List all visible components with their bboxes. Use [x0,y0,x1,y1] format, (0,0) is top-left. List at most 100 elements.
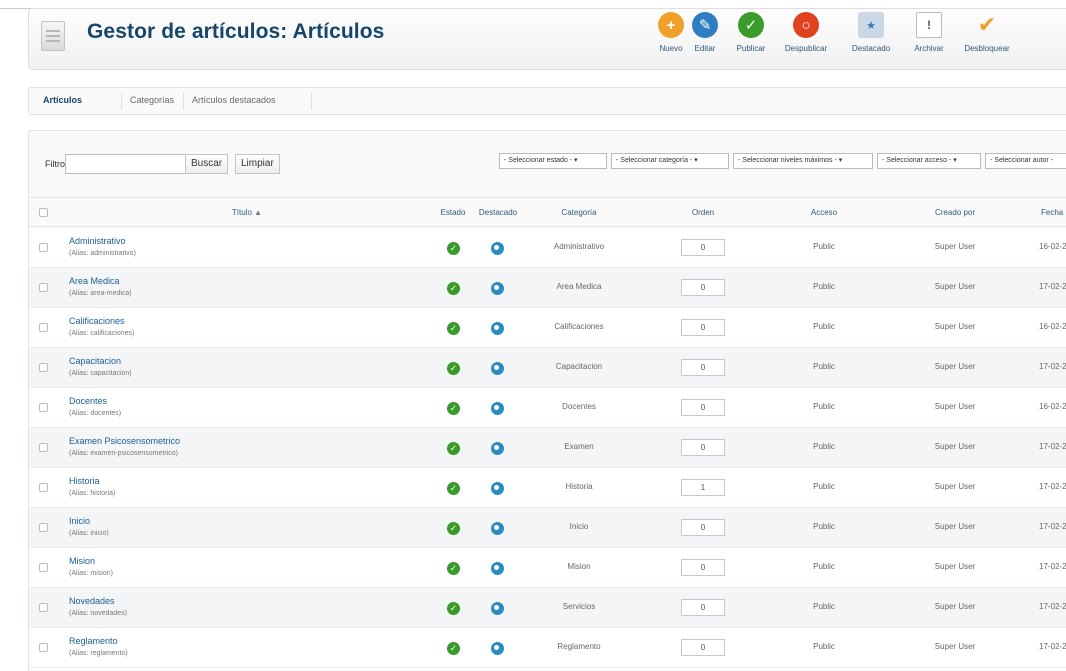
tab-categories[interactable]: Categorías [130,95,174,105]
order-input[interactable]: 0 [681,519,725,536]
article-title-link[interactable]: Historia [69,476,100,486]
order-input[interactable]: 0 [681,399,725,416]
row-checkbox[interactable] [39,523,48,532]
order-input[interactable]: 0 [681,599,725,616]
toolbar-label: Destacado [851,44,891,53]
row-checkbox[interactable] [39,483,48,492]
article-title-link[interactable]: Administrativo [69,236,126,246]
article-alias: (Alias: historia) [69,490,116,497]
published-icon[interactable]: ✓ [447,562,460,575]
article-title-link[interactable]: Novedades [69,596,115,606]
published-icon[interactable]: ✓ [447,522,460,535]
column-state[interactable]: Estado [441,208,466,217]
article-date: 16-02-2017 [1039,322,1066,331]
featured-toggle-icon[interactable] [491,602,504,615]
article-title-link[interactable]: Calificaciones [69,316,125,326]
column-category[interactable]: Categoría [561,208,596,217]
article-title-link[interactable]: Capacitacion [69,356,121,366]
column-featured[interactable]: Destacado [479,208,517,217]
published-icon[interactable]: ✓ [447,602,460,615]
featured-toggle-icon[interactable] [491,482,504,495]
select-all-checkbox[interactable] [39,208,48,217]
article-category: Servicios [562,602,596,611]
toolbar-edit-button[interactable]: ✎ Editar [687,12,723,68]
order-input[interactable]: 0 [681,439,725,456]
table-row: Mision (Alias: mision) ✓ Mision 0 Public Super… [29,548,1066,588]
order-input[interactable]: 0 [681,279,725,296]
published-icon[interactable]: ✓ [447,322,460,335]
article-title-link[interactable]: Area Medica [69,276,120,286]
clear-button[interactable]: Limpiar [235,154,280,174]
order-input[interactable]: 0 [681,559,725,576]
published-icon[interactable]: ✓ [447,482,460,495]
article-access: Public [813,522,835,531]
row-checkbox[interactable] [39,323,48,332]
featured-toggle-icon[interactable] [491,242,504,255]
column-date[interactable]: Fecha [1041,208,1063,217]
order-input[interactable]: 1 [681,479,725,496]
article-title-link[interactable]: Examen Psicosensometrico [69,436,180,446]
select-state-value: - Seleccionar estado - [504,157,573,164]
toolbar-publish-button[interactable]: ✓ Publicar [729,12,773,68]
article-access: Public [813,442,835,451]
featured-toggle-icon[interactable] [491,322,504,335]
toolbar-new-button[interactable]: + Nuevo [653,12,689,68]
published-icon[interactable]: ✓ [447,282,460,295]
row-checkbox[interactable] [39,403,48,412]
toolbar-checkin-button[interactable]: ✔ Desbloquear [957,12,1017,68]
published-icon[interactable]: ✓ [447,242,460,255]
row-checkbox[interactable] [39,283,48,292]
article-author: Super User [934,362,976,371]
row-checkbox[interactable] [39,243,48,252]
order-input[interactable]: 0 [681,359,725,376]
article-date: 16-02-2017 [1039,242,1066,251]
page-header: Gestor de artículos: Artículos + Nuevo ✎… [28,8,1066,70]
article-title-link[interactable]: Inicio [69,516,90,526]
column-order[interactable]: Orden [692,208,714,217]
row-checkbox[interactable] [39,603,48,612]
published-icon[interactable]: ✓ [447,442,460,455]
article-title-link[interactable]: Mision [69,556,95,566]
published-icon[interactable]: ✓ [447,362,460,375]
published-icon[interactable]: ✓ [447,402,460,415]
search-button[interactable]: Buscar [185,154,229,174]
row-checkbox[interactable] [39,363,48,372]
published-icon[interactable]: ✓ [447,642,460,655]
toolbar-unpublish-button[interactable]: ○ Despublicar [777,12,835,68]
pencil-icon: ✎ [692,12,718,38]
featured-toggle-icon[interactable] [491,402,504,415]
select-category[interactable]: - Seleccionar categoría - ▾ [611,153,729,169]
article-title-link[interactable]: Reglamento [69,636,118,646]
filter-input[interactable] [65,154,205,174]
order-input[interactable]: 0 [681,319,725,336]
tab-bar: Artículos Categorías Artículos destacado… [28,87,1066,115]
featured-toggle-icon[interactable] [491,562,504,575]
article-manager-icon [41,21,65,51]
toolbar-featured-button[interactable]: ★ Destacado [845,12,897,68]
row-checkbox[interactable] [39,563,48,572]
select-author[interactable]: - Seleccionar autor - [985,153,1066,169]
column-title[interactable]: Título ▲ [232,208,262,217]
article-category: Docentes [562,402,596,411]
featured-toggle-icon[interactable] [491,442,504,455]
column-created-by[interactable]: Creado por [935,208,975,217]
select-access[interactable]: - Seleccionar acceso - ▾ [877,153,981,169]
row-checkbox[interactable] [39,643,48,652]
order-input[interactable]: 0 [681,639,725,656]
featured-toggle-icon[interactable] [491,362,504,375]
article-title-link[interactable]: Docentes [69,396,107,406]
featured-toggle-icon[interactable] [491,282,504,295]
tab-featured-articles[interactable]: Artículos destacados [192,95,276,105]
article-category: Mision [567,562,591,571]
column-access[interactable]: Acceso [811,208,837,217]
article-author: Super User [934,242,976,251]
toolbar-archive-button[interactable]: ! Archivar [907,12,951,68]
row-checkbox[interactable] [39,443,48,452]
select-state[interactable]: - Seleccionar estado - ▾ [499,153,607,169]
article-access: Public [813,562,835,571]
tab-articles[interactable]: Artículos [43,95,82,105]
featured-toggle-icon[interactable] [491,522,504,535]
order-input[interactable]: 0 [681,239,725,256]
featured-toggle-icon[interactable] [491,642,504,655]
select-max-levels[interactable]: - Seleccionar niveles máximos - ▾ [733,153,873,169]
